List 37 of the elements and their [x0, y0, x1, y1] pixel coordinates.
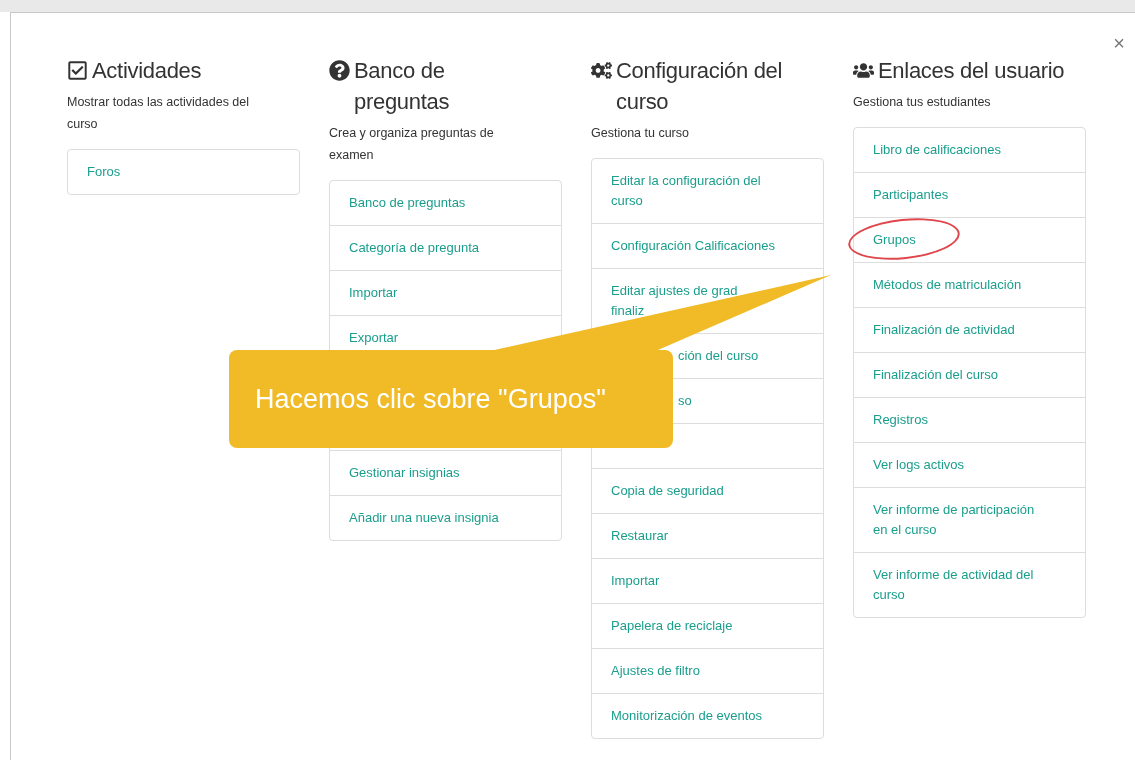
- menu-link[interactable]: Participantes: [854, 172, 1085, 217]
- section-title: Actividades: [92, 57, 202, 85]
- menu-link[interactable]: Configuración Calificaciones: [592, 223, 823, 268]
- menu-link[interactable]: Añadir una nueva insignia: [330, 495, 561, 540]
- menu-link[interactable]: Finalización del curso: [854, 352, 1085, 397]
- menu-link[interactable]: Foros: [68, 150, 299, 194]
- section-title: Configuración del curso: [616, 57, 784, 116]
- menu-link[interactable]: Categoría de pregunta: [330, 225, 561, 270]
- menu-link[interactable]: Ver logs activos: [854, 442, 1085, 487]
- section-title: Banco de preguntas: [354, 57, 451, 116]
- menu-link[interactable]: Copia de seguridad: [592, 468, 823, 513]
- people-icon: [853, 60, 874, 81]
- section-description: Mostrar todas las actividades del curso: [67, 94, 251, 133]
- menu-link[interactable]: Métodos de matriculación: [854, 262, 1085, 307]
- menu-link[interactable]: Papelera de reciclaje: [592, 603, 823, 648]
- menu-link[interactable]: Importar: [592, 558, 823, 603]
- menu-link[interactable]: Grupos: [854, 217, 1085, 262]
- menu-link[interactable]: Ajustes de filtro: [592, 648, 823, 693]
- section-description: Crea y organiza preguntas de examen: [329, 125, 495, 164]
- checkbox-icon: [67, 60, 88, 81]
- section-description: Gestiona tus estudiantes: [853, 94, 992, 111]
- gears-icon: [591, 60, 612, 81]
- menu-link[interactable]: Gestionar insignias: [330, 450, 561, 495]
- menu-link[interactable]: Ver informe de participación en el curso: [854, 487, 1085, 552]
- menu-link[interactable]: Importar: [330, 270, 561, 315]
- menu-link[interactable]: Ver informe de actividad del curso: [854, 552, 1085, 617]
- menu-link[interactable]: Finalización de actividad: [854, 307, 1085, 352]
- menu-link[interactable]: Monitorización de eventos: [592, 693, 823, 738]
- section-title: Enlaces del usuario: [878, 57, 1065, 85]
- menu-link[interactable]: Restaurar: [592, 513, 823, 558]
- menu-link[interactable]: Editar la configuración del curso: [592, 159, 823, 223]
- menu-link[interactable]: Libro de calificaciones: [854, 128, 1085, 172]
- callout-tooltip: Hacemos clic sobre "Grupos": [229, 350, 673, 448]
- menu-link[interactable]: Banco de preguntas: [330, 181, 561, 225]
- menu-link[interactable]: Registros: [854, 397, 1085, 442]
- close-button[interactable]: ×: [1109, 33, 1129, 53]
- section-description: Gestiona tu curso: [591, 125, 690, 142]
